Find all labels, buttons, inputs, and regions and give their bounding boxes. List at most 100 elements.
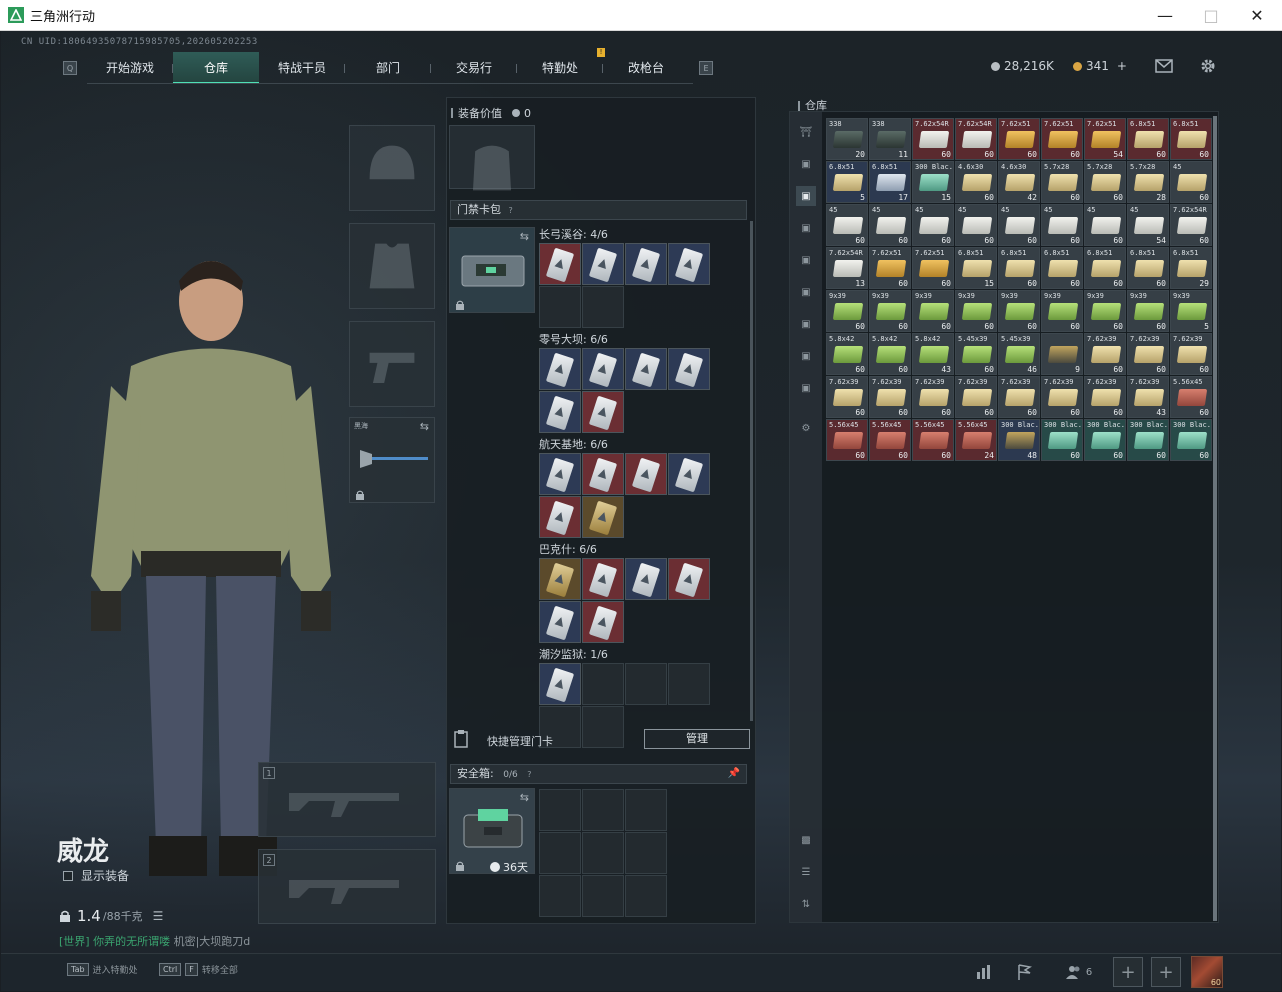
safe-box-cell[interactable] bbox=[625, 789, 667, 831]
ammo-box-item[interactable]: 45 60 bbox=[1170, 161, 1212, 203]
stats-chart-icon[interactable] bbox=[971, 959, 997, 985]
warehouse-page-2-icon[interactable]: ▣ bbox=[796, 186, 816, 206]
ammo-box-item[interactable]: 6.8x51 60 bbox=[1127, 247, 1169, 289]
warehouse-page-1-icon[interactable]: ▣ bbox=[796, 154, 816, 174]
keycard-item[interactable] bbox=[539, 348, 581, 390]
keycard-item[interactable] bbox=[582, 391, 624, 433]
tab-operators[interactable]: 特战干员 bbox=[259, 52, 345, 84]
ammo-box-item[interactable]: 9x39 5 bbox=[1170, 290, 1212, 332]
ammo-box-item[interactable]: 6.8x51 17 bbox=[869, 161, 911, 203]
ammo-box-item[interactable]: 7.62x51 60 bbox=[869, 247, 911, 289]
safe-box-item[interactable]: ⇆ 36天 bbox=[449, 788, 535, 874]
invite-slot-2-button[interactable]: + bbox=[1151, 957, 1181, 987]
keycard-pack-item[interactable]: ⇆ bbox=[449, 227, 535, 313]
ammo-box-item[interactable]: 7.62x54R 13 bbox=[826, 247, 868, 289]
warehouse-page-8-icon[interactable]: ▣ bbox=[796, 378, 816, 398]
pin-icon[interactable]: 📌 bbox=[728, 765, 740, 783]
keycard-item[interactable] bbox=[625, 558, 667, 600]
keycard-item[interactable] bbox=[539, 663, 581, 705]
coin-balance[interactable]: 28,216K bbox=[991, 59, 1054, 73]
ammo-box-item[interactable]: 7.62x54R 60 bbox=[1170, 204, 1212, 246]
empty-keycard-slot[interactable] bbox=[582, 286, 624, 328]
tab-department[interactable]: 部门 bbox=[345, 52, 431, 84]
ammo-box-item[interactable]: 7.62x51 60 bbox=[998, 118, 1040, 160]
primary-weapon-slot[interactable]: 1 bbox=[258, 762, 436, 837]
warehouse-page-7-icon[interactable]: ▣ bbox=[796, 346, 816, 366]
ammo-box-item[interactable]: 6.8x51 29 bbox=[1170, 247, 1212, 289]
ammo-box-item[interactable]: 4.6x30 60 bbox=[955, 161, 997, 203]
ammo-box-item[interactable]: 45 60 bbox=[1084, 204, 1126, 246]
ammo-box-item[interactable]: 9x39 60 bbox=[1127, 290, 1169, 332]
ammo-box-item[interactable]: 7.62x54R 60 bbox=[955, 118, 997, 160]
warehouse-expand-icon[interactable]: ▩ bbox=[796, 830, 816, 850]
safe-box-cell[interactable] bbox=[625, 832, 667, 874]
ammo-box-item[interactable]: 5.56x45 24 bbox=[955, 419, 997, 461]
safe-box-cell[interactable] bbox=[539, 832, 581, 874]
ammo-box-item[interactable]: 7.62x39 60 bbox=[955, 376, 997, 418]
keycard-item[interactable] bbox=[625, 453, 667, 495]
ammo-box-item[interactable]: 9x39 60 bbox=[912, 290, 954, 332]
warehouse-sort-icon[interactable]: ⇅ bbox=[796, 894, 816, 914]
ammo-box-item[interactable]: 6.8x51 60 bbox=[1084, 247, 1126, 289]
ammo-box-item[interactable]: 300 Blac. 15 bbox=[912, 161, 954, 203]
ammo-box-item[interactable]: 45 54 bbox=[1127, 204, 1169, 246]
ammo-box-item[interactable]: 7.62x39 60 bbox=[998, 376, 1040, 418]
mail-icon[interactable] bbox=[1153, 55, 1175, 77]
ammo-box-item[interactable]: 7.62x39 60 bbox=[826, 376, 868, 418]
empty-keycard-slot[interactable] bbox=[582, 706, 624, 748]
empty-keycard-slot[interactable] bbox=[668, 663, 710, 705]
maximize-button[interactable]: □ bbox=[1188, 0, 1234, 31]
ammo-box-item[interactable]: 6.8x51 60 bbox=[1170, 118, 1212, 160]
ammo-box-item[interactable]: 5.7x28 28 bbox=[1127, 161, 1169, 203]
flag-icon[interactable] bbox=[1011, 959, 1037, 985]
ammo-box-item[interactable]: 6.8x51 15 bbox=[955, 247, 997, 289]
help-icon[interactable]: ? bbox=[527, 770, 531, 779]
empty-keycard-slot[interactable] bbox=[625, 663, 667, 705]
ammo-box-item[interactable]: 45 60 bbox=[869, 204, 911, 246]
swap-icon[interactable]: ⇆ bbox=[420, 420, 429, 433]
ammo-box-item[interactable]: 7.62x54R 60 bbox=[912, 118, 954, 160]
keycard-item[interactable] bbox=[625, 243, 667, 285]
ammo-box-item[interactable]: 5.8x42 43 bbox=[912, 333, 954, 375]
ammo-box-item[interactable]: 6.8x51 60 bbox=[998, 247, 1040, 289]
ammo-box-item[interactable]: 338 20 bbox=[826, 118, 868, 160]
keycard-item[interactable] bbox=[582, 243, 624, 285]
secondary-weapon-slot[interactable]: 2 bbox=[258, 849, 436, 924]
melee-slot[interactable]: 黑海 ⇆ bbox=[349, 417, 435, 503]
ammo-box-item[interactable]: 45 60 bbox=[912, 204, 954, 246]
ammo-box-item[interactable]: 6.8x51 5 bbox=[826, 161, 868, 203]
ammo-box-item[interactable]: 4.6x30 42 bbox=[998, 161, 1040, 203]
minimize-button[interactable]: — bbox=[1142, 0, 1188, 31]
keycard-item[interactable] bbox=[582, 496, 624, 538]
ammo-box-item[interactable]: 5.56x45 60 bbox=[826, 419, 868, 461]
nav-prev-key[interactable]: Q bbox=[63, 61, 77, 75]
keycard-item[interactable] bbox=[539, 601, 581, 643]
ammo-box-item[interactable]: 300 Blac. 60 bbox=[1084, 419, 1126, 461]
armor-slot[interactable] bbox=[349, 223, 435, 309]
ammo-box-item[interactable]: 6.8x51 60 bbox=[1041, 247, 1083, 289]
keycard-item[interactable] bbox=[668, 243, 710, 285]
ammo-box-item[interactable]: 300 Blac. 60 bbox=[1127, 419, 1169, 461]
ammo-box-item[interactable]: 45 60 bbox=[1041, 204, 1083, 246]
ammo-box-item[interactable]: 5.45x39 46 bbox=[998, 333, 1040, 375]
show-equipment-checkbox[interactable] bbox=[63, 870, 73, 881]
transfer-all-hint[interactable]: Ctrl F 转移全部 bbox=[159, 963, 238, 976]
warehouse-page-6-icon[interactable]: ▣ bbox=[796, 314, 816, 334]
ammo-box-item[interactable]: 300 Blac. 60 bbox=[1041, 419, 1083, 461]
world-chat-line[interactable]: [世界] 你弄的无所谓喽 机密|大坝跑刀d bbox=[59, 933, 250, 949]
ammo-box-item[interactable]: 5.45x39 60 bbox=[955, 333, 997, 375]
tab-special-ops[interactable]: 特勤处 bbox=[517, 52, 603, 84]
ammo-box-item[interactable]: 5.7x28 60 bbox=[1084, 161, 1126, 203]
keycard-item[interactable] bbox=[625, 348, 667, 390]
warehouse-page-5-icon[interactable]: ▣ bbox=[796, 282, 816, 302]
keycard-item[interactable] bbox=[582, 453, 624, 495]
keycard-item[interactable] bbox=[668, 558, 710, 600]
ammo-box-item[interactable]: 7.62x39 43 bbox=[1127, 376, 1169, 418]
empty-keycard-slot[interactable] bbox=[539, 286, 581, 328]
swap-icon[interactable]: ⇆ bbox=[520, 791, 529, 804]
warehouse-scrollbar[interactable] bbox=[1213, 116, 1217, 921]
bond-balance[interactable]: 341 + bbox=[1073, 59, 1127, 73]
safe-box-cell[interactable] bbox=[539, 875, 581, 917]
keycard-item[interactable] bbox=[539, 243, 581, 285]
ammo-box-item[interactable]: 7.62x39 60 bbox=[1127, 333, 1169, 375]
